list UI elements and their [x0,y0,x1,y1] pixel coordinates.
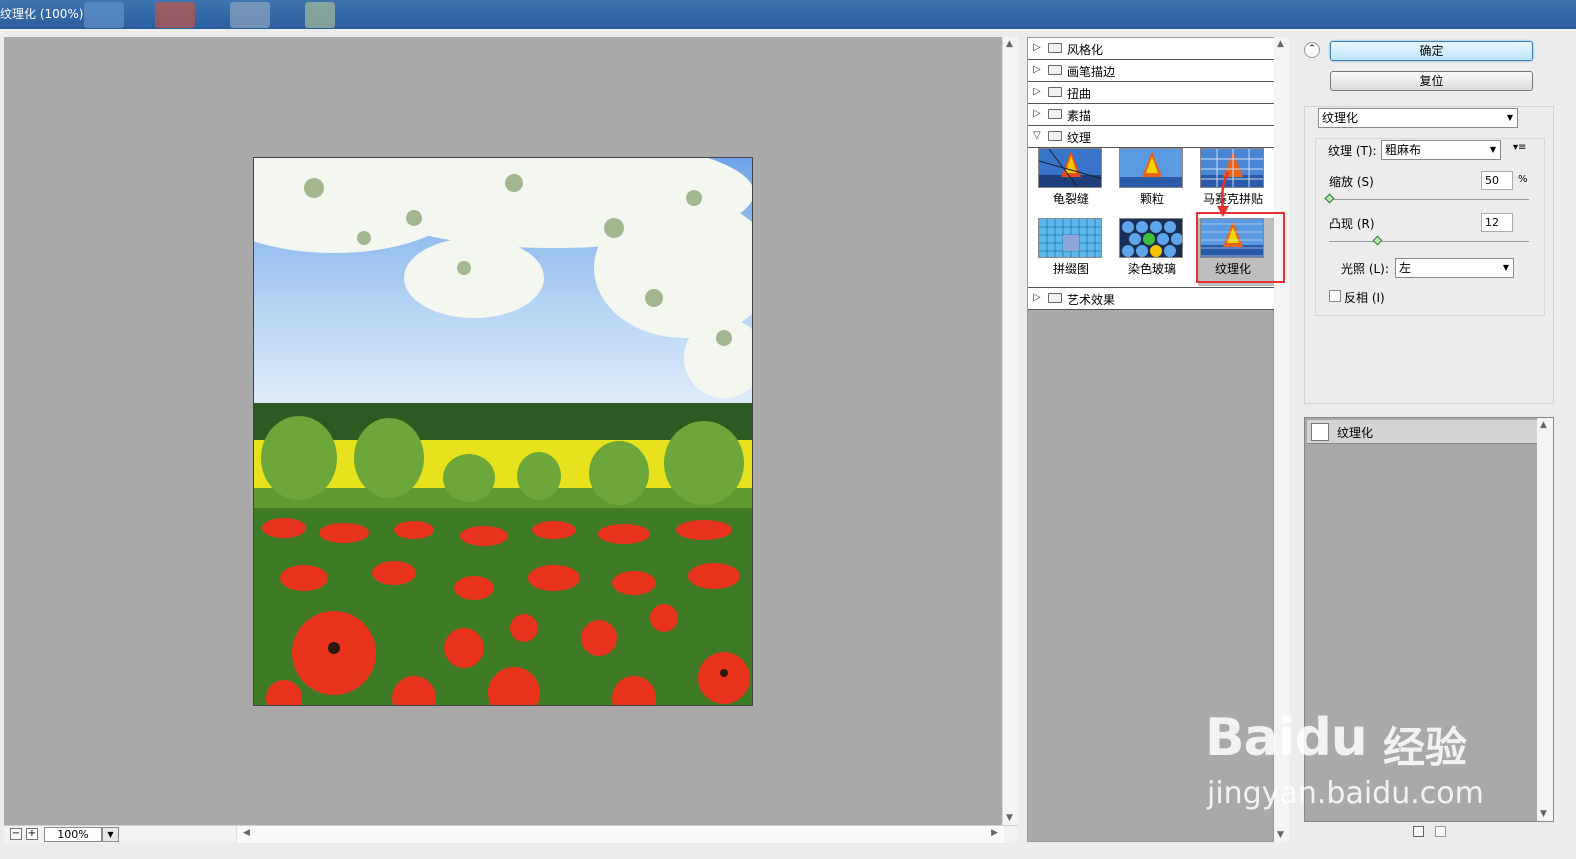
scale-input[interactable]: 50 [1481,171,1513,190]
watermark-brand-suffix: du [1294,708,1368,768]
zoom-level-field[interactable]: 100% [44,827,102,842]
reset-button[interactable]: 复位 [1330,71,1533,91]
chevron-down-icon: ▼ [1502,263,1509,272]
taskbar-app-icon[interactable] [155,2,195,28]
category-label: 艺术效果 [1067,293,1116,307]
folder-icon [1048,65,1062,75]
category-label: 纹理 [1067,131,1092,145]
category-brush-strokes[interactable]: ▷ 画笔描边 [1028,60,1274,82]
category-texture[interactable]: ▽ 纹理 [1028,126,1274,148]
scroll-up-icon[interactable]: ▲ [1006,39,1013,49]
folder-icon [1048,43,1062,53]
taskbar-app-icon[interactable] [84,2,124,28]
texture-label: 纹理 (T): [1328,144,1377,158]
filter-label: 拼缀图 [1052,262,1089,276]
filter-label: 龟裂缝 [1052,192,1089,206]
arrow-annotation-icon [1217,171,1230,217]
relief-slider-track[interactable] [1329,241,1529,242]
scroll-up-icon[interactable]: ▲ [1540,420,1547,430]
collapse-panel-icon[interactable]: ⌃ [1304,42,1320,58]
category-label: 扭曲 [1067,87,1092,101]
preview-image [253,157,753,706]
scale-label: 缩放 (S) [1329,175,1374,189]
category-distort[interactable]: ▷ 扭曲 [1028,82,1274,104]
expand-arrow-icon[interactable]: ▷ [1033,86,1041,97]
filter-thumbnail [1119,218,1183,258]
scroll-down-icon[interactable]: ▼ [1277,830,1284,840]
watermark-brand: Bai [1205,708,1296,768]
delete-effect-layer-icon[interactable] [1435,826,1446,837]
scroll-left-icon[interactable]: ◀ [243,828,250,838]
folder-icon [1048,87,1062,97]
texture-select-value: 粗麻布 [1385,143,1422,157]
light-label: 光照 (L): [1341,262,1389,276]
expand-arrow-icon[interactable]: ▷ [1033,42,1041,53]
effect-layer-item[interactable]: 纹理化 [1307,420,1537,444]
baidu-watermark-logo: Baidu 经验 jingyan.baidu.com [1205,690,1505,820]
scroll-down-icon[interactable]: ▼ [1540,809,1547,819]
taskbar-app-icon[interactable] [230,2,270,28]
layers-scrollbar[interactable]: ▲ ▼ [1537,418,1553,821]
relief-label: 凸现 (R) [1329,217,1375,231]
relief-input[interactable]: 12 [1481,213,1513,232]
filter-label: 颗粒 [1139,192,1164,206]
filter-stained-glass[interactable]: 染色玻璃 [1117,218,1197,286]
zoom-in-button[interactable]: + [26,828,38,840]
expand-arrow-icon[interactable]: ▷ [1033,64,1041,75]
zoom-dropdown-icon[interactable]: ▼ [102,827,119,842]
folder-icon [1048,109,1062,119]
taskbar-app-icon[interactable] [305,2,335,28]
ok-button[interactable]: 确定 [1330,41,1533,61]
category-stylize[interactable]: ▷ 风格化 [1028,38,1274,60]
invert-label: 反相 (I) [1344,291,1385,305]
light-select[interactable]: 左 ▼ [1395,258,1514,278]
filter-select-value: 纹理化 [1322,111,1359,125]
filter-grain[interactable]: 颗粒 [1117,148,1197,216]
effect-layer-label: 纹理化 [1337,426,1374,440]
expand-arrow-icon[interactable]: ▷ [1033,108,1041,119]
window-title: 纹理化 (100%) [0,7,84,21]
filter-mosaic-tiles[interactable]: 马赛克拼贴 [1198,148,1278,216]
visibility-eye-icon[interactable] [1311,423,1329,441]
highlight-annotation [1196,212,1285,283]
chevron-down-icon: ▼ [1506,113,1513,122]
scroll-right-icon[interactable]: ▶ [991,828,998,838]
texture-select[interactable]: 粗麻布 ▼ [1381,140,1501,160]
category-label: 风格化 [1067,43,1104,57]
invert-checkbox[interactable] [1329,290,1341,302]
chevron-down-icon: ▼ [1489,145,1496,154]
watermark-cn: 经验 [1383,723,1468,772]
expand-arrow-icon[interactable]: ▷ [1033,292,1041,303]
filter-select[interactable]: 纹理化 ▼ [1318,108,1518,128]
category-label: 素描 [1067,109,1092,123]
zoom-out-button[interactable]: − [10,828,22,840]
texture-menu-icon[interactable]: ▾≡ [1513,142,1526,153]
collapse-arrow-icon[interactable]: ▽ [1033,130,1041,141]
category-sketch[interactable]: ▷ 素描 [1028,104,1274,126]
filter-thumbnail [1038,148,1102,188]
light-select-value: 左 [1399,261,1412,275]
scale-slider-track[interactable] [1329,199,1529,200]
category-artistic[interactable]: ▷ 艺术效果 [1028,288,1274,310]
filter-craquelure[interactable]: 龟裂缝 [1036,148,1116,216]
filter-thumbnail [1038,218,1102,258]
preview-bottom-bar: − + 100% ▼ ◀ ▶ [4,825,1018,843]
filter-thumbnail [1119,148,1183,188]
title-bar: 纹理化 (100%) [0,0,1576,29]
open-folder-icon [1048,131,1062,141]
preview-horizontal-scrollbar[interactable]: ◀ ▶ [236,826,1004,843]
filter-label: 染色玻璃 [1127,262,1176,276]
scale-unit: % [1518,174,1528,185]
folder-icon [1048,293,1062,303]
scroll-up-icon[interactable]: ▲ [1277,39,1284,49]
new-effect-layer-icon[interactable] [1413,826,1424,837]
watermark-url: jingyan.baidu.com [1207,776,1484,811]
preview-vertical-scrollbar[interactable]: ▲ ▼ [1002,37,1018,825]
scroll-down-icon[interactable]: ▼ [1006,813,1013,823]
filter-patchwork[interactable]: 拼缀图 [1036,218,1116,286]
category-label: 画笔描边 [1067,65,1116,79]
